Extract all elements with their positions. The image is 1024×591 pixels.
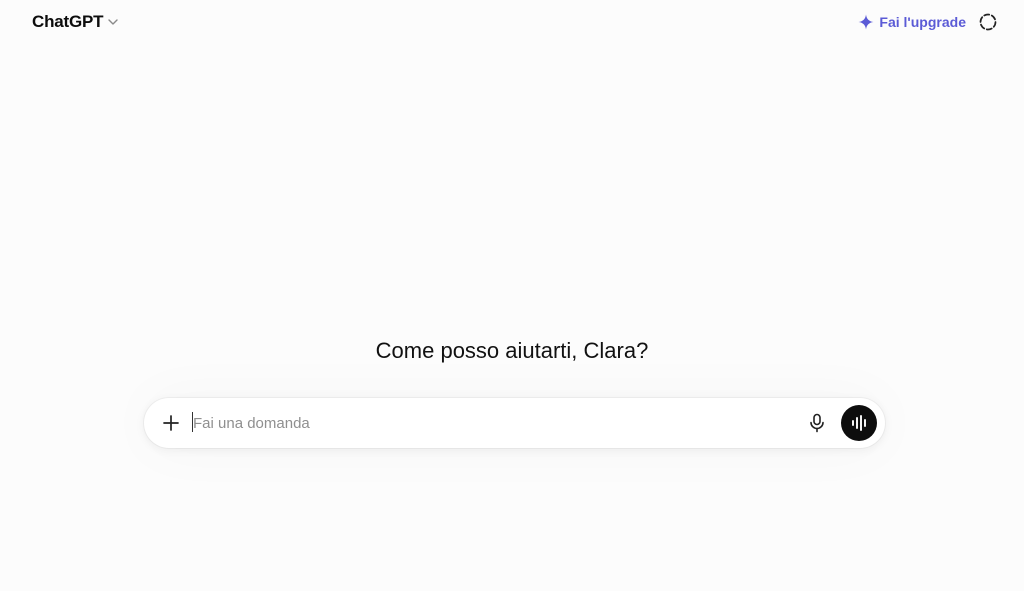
add-attachment-button[interactable] (156, 408, 186, 438)
model-name: ChatGPT (32, 12, 104, 31)
greeting-heading: Come posso aiutarti, Clara? (375, 338, 649, 363)
voice-mode-button[interactable] (841, 405, 877, 441)
plus-icon (162, 414, 180, 432)
sparkle-icon (858, 14, 874, 30)
voice-mode-icon (849, 413, 869, 433)
prompt-composer (144, 398, 885, 448)
prompt-input[interactable] (193, 410, 793, 436)
temporary-chat-button[interactable] (978, 12, 998, 32)
upgrade-label: Fai l'upgrade (879, 14, 966, 30)
top-bar: ChatGPT Fai l'upgrade (0, 0, 1024, 44)
model-selector-button[interactable]: ChatGPT (24, 8, 128, 36)
microphone-icon (808, 413, 826, 433)
temporary-chat-icon (978, 12, 998, 32)
chevron-down-icon (106, 15, 120, 29)
dictate-button[interactable] (804, 410, 830, 436)
upgrade-button[interactable]: Fai l'upgrade (858, 10, 966, 34)
